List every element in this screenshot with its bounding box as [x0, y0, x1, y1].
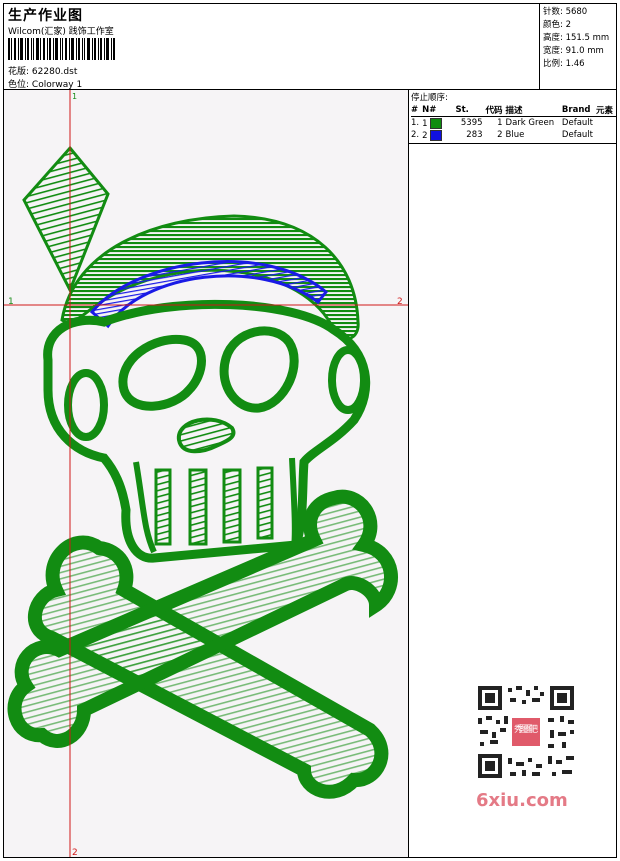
design-file-row: 花版: 62280.dst [8, 64, 77, 77]
stitch-count-row: 针数: 5680 [543, 6, 616, 19]
col-brand: Brand [561, 104, 591, 115]
width-row: 宽度: 91.0 mm [543, 45, 616, 58]
needle-number: 2 [422, 130, 428, 141]
height-row: 高度: 151.5 mm [543, 32, 616, 45]
skull-eye-right [219, 326, 299, 413]
design-label: 花版: [8, 67, 30, 77]
row-needle: 2 [422, 129, 455, 141]
width-value: 91.0 mm [565, 46, 604, 56]
guide-horizontal-left-label: 1 [8, 297, 14, 307]
skull-eye-left [118, 334, 206, 411]
table-row: 1. 1 5395 1 Dark Green Default [411, 117, 616, 130]
barcode [8, 38, 115, 60]
skull-side-right [328, 346, 368, 414]
col-code: 代码 [485, 105, 503, 116]
row-element [596, 117, 616, 130]
needle-number: 1 [422, 118, 428, 129]
stop-table-header: # N# St. 代码 描述 Brand 元素 [411, 103, 616, 117]
height-value: 151.5 mm [565, 33, 610, 43]
row-index: 1. [411, 118, 420, 128]
row-description: Dark Green [505, 118, 555, 128]
qr-badge-text: 秀图图吧 [514, 723, 538, 735]
header-info: 生产作业图 Wilcom(汇家) 践饰工作室 花版: 62280.dst 色位:… [4, 4, 540, 90]
row-element [596, 129, 616, 141]
table-row: 2. 2 283 2 Blue Default [411, 129, 616, 141]
qr-code-watermark: 秀图图吧 [470, 680, 582, 784]
ratio-value: 1.46 [565, 59, 585, 69]
color-count-row: 颜色: 2 [543, 19, 616, 32]
row-code: 2 [497, 130, 503, 140]
guide-vertical-top-label: 1 [72, 92, 77, 101]
guide-horizontal-right-label: 2 [397, 297, 403, 307]
design-canvas: 1 2 1 2 [4, 90, 409, 857]
ratio-row: 比例: 1.46 [543, 58, 616, 71]
row-brand: Default [561, 130, 593, 140]
colorway-label: 色位: [8, 80, 30, 90]
row-stitches: 5395 [460, 118, 483, 128]
stitch-count: 5680 [565, 7, 588, 17]
watermark-text: 6xiu.com [476, 790, 568, 811]
ratio-label: 比例: [543, 59, 563, 69]
row-brand: Default [561, 118, 593, 128]
stop-sequence-table: # N# St. 代码 描述 Brand 元素 1. 1 5395 1 Dark… [411, 103, 616, 141]
row-description: Blue [505, 130, 525, 140]
row-needle: 1 [422, 117, 455, 130]
row-code: 1 [497, 118, 503, 128]
row-stitches: 283 [466, 130, 483, 140]
color-swatch [430, 117, 443, 129]
colorway-value: Colorway 1 [31, 80, 83, 90]
stitch-count-label: 针数: [543, 7, 563, 17]
col-index: # [411, 104, 419, 115]
guide-vertical-bottom-label: 2 [72, 848, 78, 857]
design-file: 62280.dst [31, 67, 78, 77]
col-description: 描述 [505, 105, 523, 116]
height-label: 高度: [543, 33, 563, 43]
studio-name: Wilcom(汇家) 践饰工作室 [8, 27, 114, 37]
page-title: 生产作业图 [8, 8, 83, 24]
col-element: 元素 [595, 105, 613, 116]
col-needle: N# [422, 104, 437, 115]
stop-sequence-title: 停止顺序: [411, 93, 448, 103]
design-stats: 针数: 5680 颜色: 2 高度: 151.5 mm 宽度: 91.0 mm … [540, 4, 616, 90]
skull-teeth [154, 466, 274, 546]
skull-side-left [64, 369, 108, 441]
color-count-label: 颜色: [543, 20, 563, 30]
colorway-row: 色位: Colorway 1 [8, 77, 82, 90]
width-label: 宽度: [543, 46, 563, 56]
stop-sequence-panel: 停止顺序: # N# St. 代码 描述 Brand 元素 1. 1 5395 [409, 90, 616, 144]
skull-nose [176, 417, 236, 454]
embroidery-preview: 1 2 1 2 [4, 90, 408, 857]
row-index: 2. [411, 130, 420, 140]
color-swatch [430, 129, 443, 141]
color-count: 2 [565, 20, 571, 30]
col-stitches: St. [455, 104, 469, 115]
